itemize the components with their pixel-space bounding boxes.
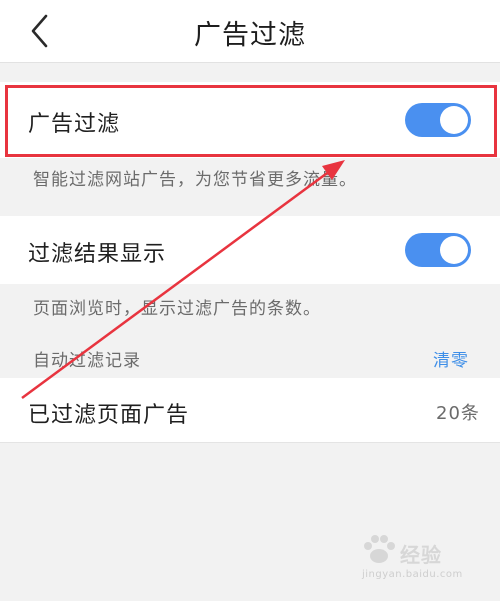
filtered-ads-count: 20条 [436,403,480,424]
filtered-ads-row: 已过滤页面广告 20条 [0,378,500,443]
watermark-url: jingyan.baidu.com [362,569,463,580]
toggle-knob [440,106,468,134]
watermark-text: 经验 [400,543,442,567]
paw-logo-icon [364,535,395,563]
ad-filter-row: 广告过滤 [0,82,500,158]
page-title: 广告过滤 [194,20,306,51]
ad-filter-label: 广告过滤 [28,112,121,137]
result-display-label: 过滤结果显示 [28,242,167,267]
ad-filter-toggle[interactable] [405,103,471,137]
ad-filter-hint: 智能过滤网站广告，为您节省更多流量。 [33,170,357,190]
nav-bar: 广告过滤 [0,0,500,63]
result-display-hint: 页面浏览时，显示过滤广告的条数。 [33,299,321,319]
filtered-ads-label: 已过滤页面广告 [28,403,190,428]
clear-button[interactable]: 清零 [433,346,469,371]
result-display-toggle[interactable] [405,233,471,267]
watermark: 经验 jingyan.baidu.com [360,531,480,587]
records-header: 自动过滤记录 [33,351,141,371]
toggle-knob [440,236,468,264]
result-display-row: 过滤结果显示 [0,216,500,284]
